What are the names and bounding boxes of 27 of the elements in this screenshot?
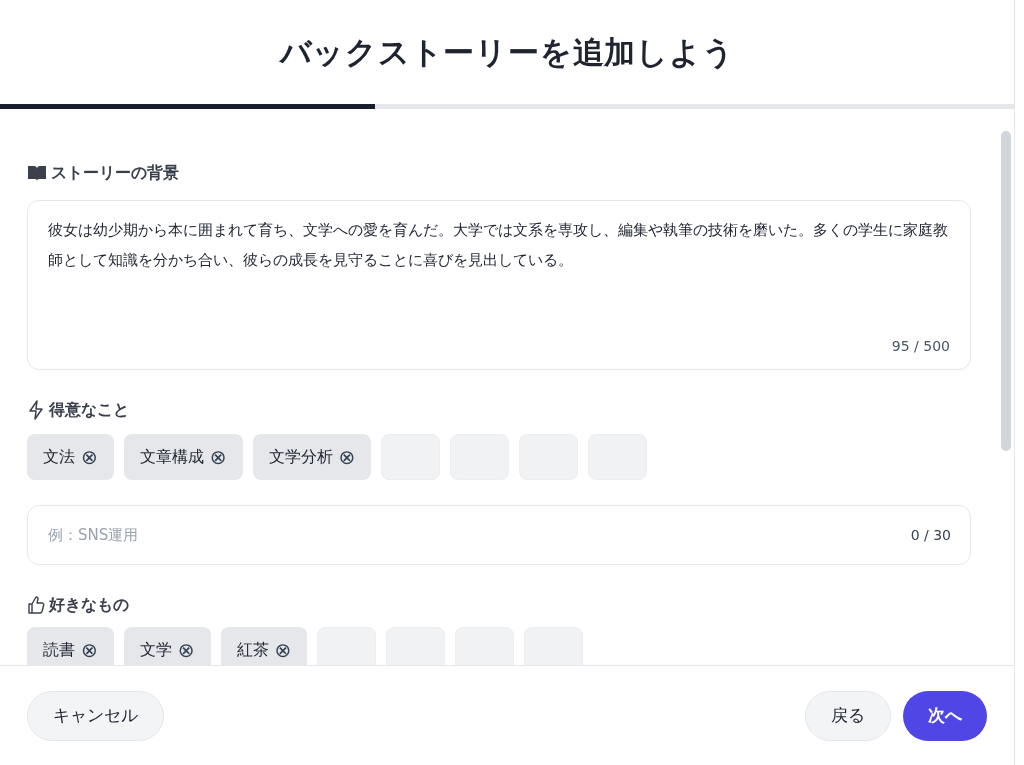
cancel-button[interactable]: キャンセル <box>27 690 164 741</box>
tag-label: 紅茶 <box>236 639 269 661</box>
section-label: 好きなもの <box>49 594 129 616</box>
remove-tag-button[interactable]: ⊗ <box>209 447 227 467</box>
character-counter: 95 / 500 <box>891 337 950 356</box>
tag-label: 文章構成 <box>139 446 204 468</box>
back-button[interactable]: 戻る <box>805 690 891 741</box>
tag-label: 読書 <box>43 639 75 661</box>
dialog-title: バックストーリーを追加しよう <box>279 32 735 72</box>
next-button[interactable]: 次へ <box>903 690 987 741</box>
scrollbar-thumb[interactable] <box>1001 131 1011 451</box>
remove-tag-button[interactable]: ⊗ <box>177 640 195 660</box>
book-icon <box>27 164 47 182</box>
remove-tag-button[interactable]: ⊗ <box>274 640 292 660</box>
section-label: ストーリーの背景 <box>51 162 179 184</box>
thumbs-up-icon <box>27 595 45 615</box>
tag-label: 文学分析 <box>268 446 333 468</box>
lightning-icon <box>27 400 45 420</box>
remove-tag-button[interactable]: ⊗ <box>81 447 98 467</box>
section-label: 得意なこと <box>49 399 129 421</box>
remove-tag-button[interactable]: ⊗ <box>338 447 356 467</box>
tag-label: 文学 <box>139 639 172 661</box>
story-textarea[interactable]: 彼女は幼少期から本に囲まれて育ち、文学への愛を育んだ。大学では文系を専攻し、編集や執筆の技術を磨いた。多くの学生に家庭教師として知識を分かち合い、彼らの成長を見守ることに喜びを見出している。 95 / 500 <box>27 200 971 370</box>
story-text: 彼女は幼少期から本に囲まれて育ち、文学への愛を育んだ。大学では文系を専攻し、編集や執筆の技術を磨いた。多くの学生に家庭教師として知識を分かち合い、彼らの成長を見守ることに喜びを見出している。 <box>48 220 949 271</box>
remove-tag-button[interactable]: ⊗ <box>81 640 98 660</box>
character-counter: 0 / 30 <box>910 526 951 545</box>
tag-label: 文法 <box>43 446 75 468</box>
